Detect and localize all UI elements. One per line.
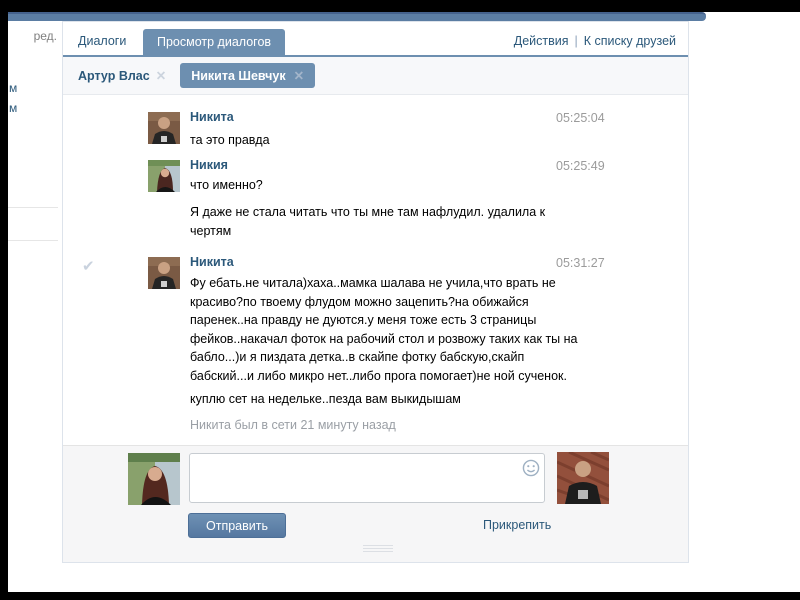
avatar-image [148,160,180,192]
message-text: та это правда [190,131,640,150]
header-actions: Действия | К списку друзей [514,34,676,48]
close-icon[interactable]: ✕ [156,69,166,83]
message-author[interactable]: Никия [190,158,228,172]
vk-top-bar [8,12,706,21]
friend-filter-bar: Артур Влас ✕ Никита Шевчук ✕ [63,57,688,95]
message-author[interactable]: Никита [190,110,234,124]
actions-link[interactable]: Действия [514,34,569,48]
message-input[interactable] [189,453,545,503]
avatar[interactable] [148,160,180,192]
message-time: 05:31:27 [556,256,605,270]
read-check-icon: ✔ [82,257,95,275]
message-text: Фу ебать.не читала)хаха..мамка шалава не… [190,274,640,385]
sidebar-divider [8,207,58,208]
left-sidebar: ред. м м [8,21,62,592]
smiley-icon[interactable] [522,459,540,477]
avatar[interactable] [148,112,180,144]
tab-row: Диалоги Просмотр диалогов Действия | К спи… [63,22,688,55]
tab-view-dialogs[interactable]: Просмотр диалогов [143,29,285,55]
attach-link[interactable]: Прикрепить [483,518,551,532]
back-to-friends-link[interactable]: К списку друзей [584,34,676,48]
send-button[interactable]: Отправить [188,513,286,538]
message-time: 05:25:49 [556,159,605,173]
avatar-image [148,112,180,144]
sidebar-edit-link[interactable]: ред. [34,29,57,43]
message-list: Никита 05:25:04 та это правда Никия 05:2… [63,95,688,445]
messages-panel: Диалоги Просмотр диалогов Действия | К спи… [62,21,689,563]
filter-friend-label: Никита Шевчук [191,69,285,83]
window-frame-top [0,0,800,12]
avatar-image [148,257,180,289]
avatar-friend[interactable] [557,452,609,504]
filter-friend-nikita[interactable]: Никита Шевчук ✕ [180,63,315,88]
message-time: 05:25:04 [556,111,605,125]
actions-separator: | [575,34,578,48]
message-author[interactable]: Никита [190,255,234,269]
window-frame-left [0,0,8,600]
tab-dialogs[interactable]: Диалоги [78,34,126,48]
sidebar-link-fragment[interactable]: м [9,101,17,115]
resize-handle[interactable] [363,545,393,554]
message-composer: Отправить Прикрепить [63,445,688,562]
filter-friend-label: Артур Влас [78,69,150,83]
window-frame-bottom [0,592,800,600]
sidebar-divider [8,240,58,241]
message-text: Я даже не стала читать что ты мне там на… [190,203,640,240]
avatar-image [128,453,180,505]
avatar-self[interactable] [128,453,180,505]
filter-friend-artur[interactable]: Артур Влас ✕ [78,68,166,83]
message-text: куплю сет на недельке..пезда вам выкидыш… [190,390,640,409]
close-icon[interactable]: ✕ [294,69,304,83]
avatar[interactable] [148,257,180,289]
avatar-image [557,452,609,504]
message-text: что именно? [190,176,640,195]
sidebar-link-fragment[interactable]: м [9,81,17,95]
last-seen-status: Никита был в сети 21 минуту назад [190,418,396,432]
vk-dialog-page: ред. м м Диалоги Просмотр диалогов Дейст… [0,0,800,600]
